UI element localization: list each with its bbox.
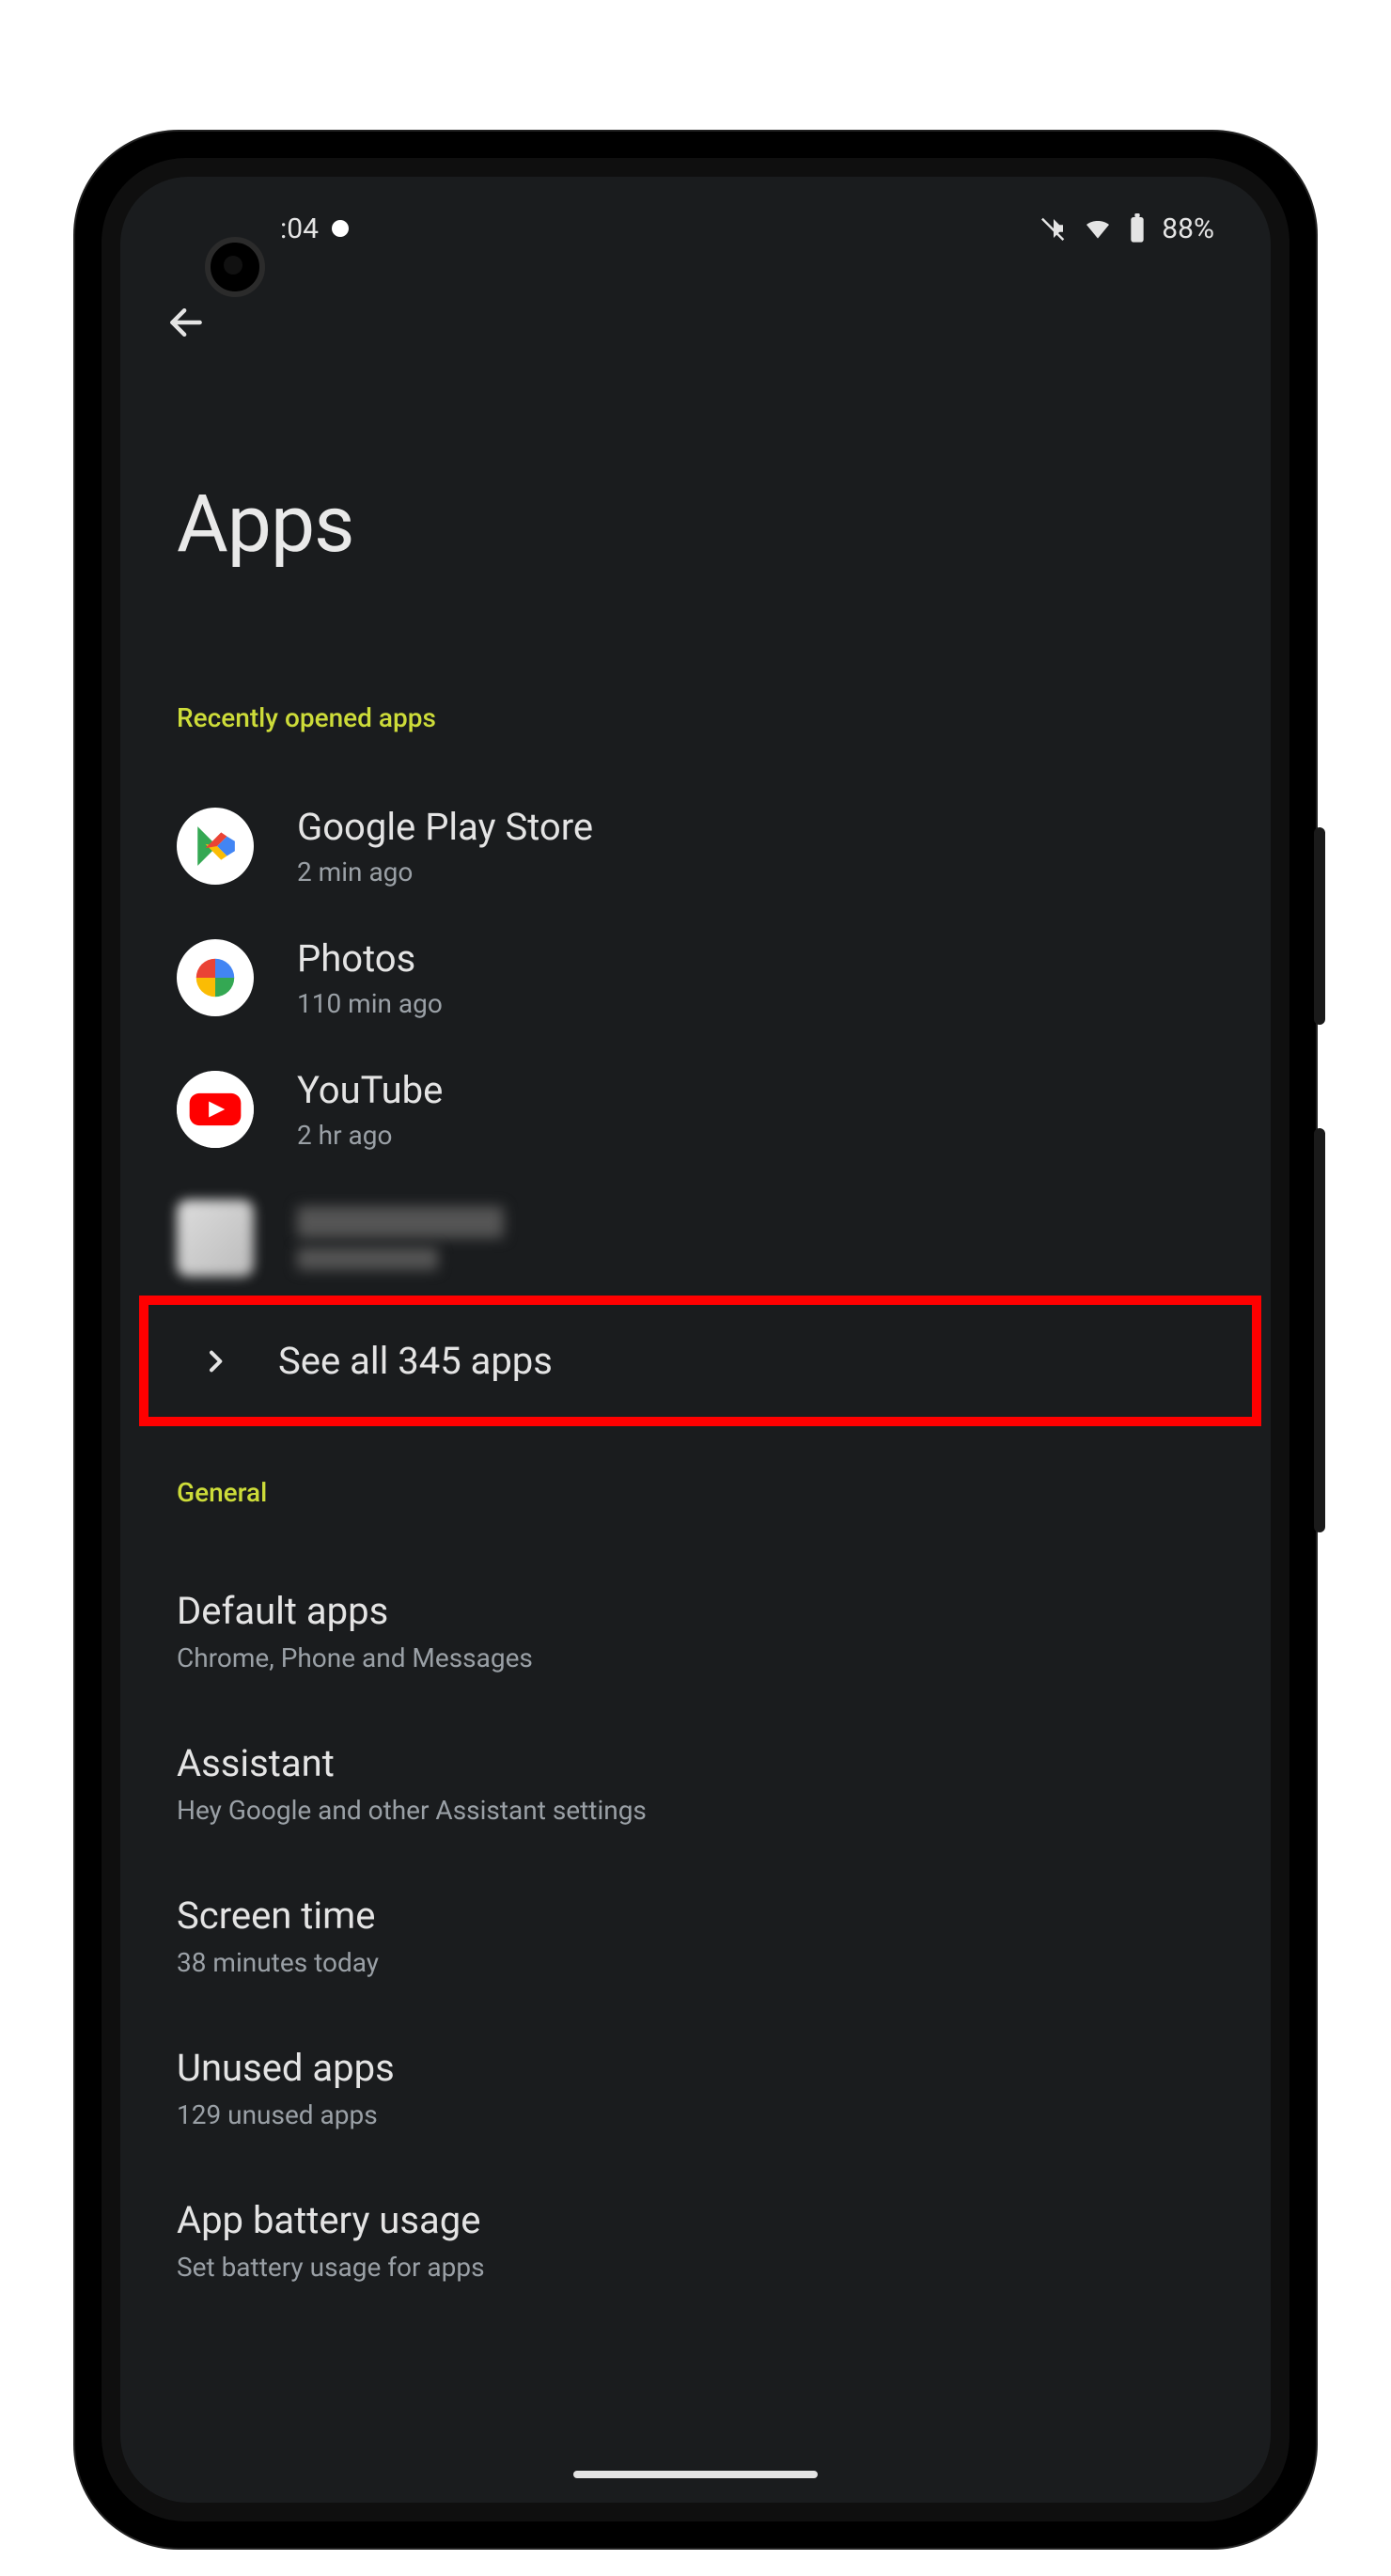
status-bar: :04 88% [120, 177, 1271, 280]
screen: :04 88% [120, 177, 1271, 2503]
power-button[interactable] [1314, 1128, 1325, 1532]
youtube-icon [177, 1071, 254, 1148]
setting-app-battery-usage[interactable]: App battery usage Set battery usage for … [177, 2164, 1214, 2317]
phone-frame: :04 88% [75, 132, 1316, 2548]
google-photos-icon [177, 939, 254, 1016]
setting-title: Screen time [177, 1893, 1214, 1938]
setting-sub: 129 unused apps [177, 2099, 1214, 2130]
status-dot-icon [332, 220, 349, 237]
app-row-play-store[interactable]: Google Play Store 2 min ago [177, 780, 1214, 912]
arrow-left-icon [165, 302, 207, 343]
setting-sub: Hey Google and other Assistant settings [177, 1795, 1214, 1826]
app-sub: 2 min ago [297, 856, 593, 887]
home-indicator[interactable] [573, 2471, 818, 2478]
section-label-general: General [177, 1477, 1214, 1508]
app-row-photos[interactable]: Photos 110 min ago [177, 912, 1214, 1044]
setting-sub: Chrome, Phone and Messages [177, 1642, 1214, 1673]
play-store-icon [177, 808, 254, 885]
setting-unused-apps[interactable]: Unused apps 129 unused apps [177, 2012, 1214, 2164]
setting-assistant[interactable]: Assistant Hey Google and other Assistant… [177, 1707, 1214, 1860]
mute-icon [1039, 214, 1068, 243]
setting-title: App battery usage [177, 2198, 1214, 2242]
see-all-apps[interactable]: See all 345 apps [177, 1301, 1214, 1421]
setting-sub: 38 minutes today [177, 1947, 1214, 1978]
status-right: 88% [1039, 212, 1214, 245]
app-name [297, 1206, 504, 1238]
front-camera [205, 237, 265, 297]
setting-title: Default apps [177, 1589, 1214, 1633]
chevron-right-icon [195, 1342, 235, 1381]
toolbar [120, 280, 1271, 365]
app-sub [297, 1248, 438, 1270]
setting-title: Unused apps [177, 2046, 1214, 2090]
setting-title: Assistant [177, 1741, 1214, 1785]
section-label-recent: Recently opened apps [177, 702, 1214, 733]
content: Apps Recently opened apps Google Play St… [120, 478, 1271, 2317]
blurred-app-icon [177, 1200, 254, 1277]
app-name: Google Play Store [297, 805, 593, 849]
app-sub: 110 min ago [297, 988, 443, 1019]
wifi-icon [1083, 213, 1113, 243]
app-sub: 2 hr ago [297, 1120, 443, 1151]
back-button[interactable] [158, 294, 214, 351]
status-left: :04 [280, 212, 349, 245]
app-row-youtube[interactable]: YouTube 2 hr ago [177, 1044, 1214, 1175]
see-all-label: See all 345 apps [278, 1339, 553, 1383]
app-row-blurred[interactable] [177, 1175, 1214, 1301]
phone-bezel: :04 88% [102, 158, 1289, 2521]
battery-icon [1128, 213, 1147, 243]
app-name: Photos [297, 936, 443, 981]
setting-screen-time[interactable]: Screen time 38 minutes today [177, 1860, 1214, 2012]
battery-percent: 88% [1162, 212, 1214, 245]
setting-sub: Set battery usage for apps [177, 2252, 1214, 2283]
page-title: Apps [177, 478, 1214, 571]
status-time: :04 [280, 212, 319, 245]
app-name: YouTube [297, 1068, 443, 1112]
volume-button[interactable] [1314, 827, 1325, 1025]
setting-default-apps[interactable]: Default apps Chrome, Phone and Messages [177, 1555, 1214, 1707]
